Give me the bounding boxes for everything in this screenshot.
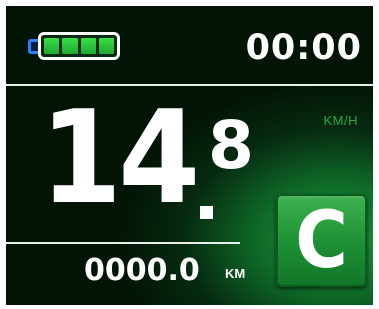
- odometer-value: 0000.0: [84, 253, 200, 288]
- odometer-unit: KM: [225, 266, 246, 281]
- ebike-display: 00:00 KM/H 14 8 0000.0 KM C: [6, 6, 373, 305]
- divider-bottom: [6, 242, 240, 244]
- battery-cell: [62, 38, 78, 54]
- status-bar: 00:00: [6, 6, 373, 84]
- speed-decimal-point: [200, 206, 213, 219]
- mode-label: C: [295, 195, 348, 286]
- battery-cell: [80, 38, 96, 54]
- battery-cell: [98, 38, 114, 54]
- battery-cells: [44, 38, 114, 54]
- clock: 00:00: [245, 28, 362, 68]
- battery-cell: [44, 38, 60, 54]
- speed-unit: KM/H: [323, 113, 358, 128]
- speed-decimal: 8: [208, 107, 254, 184]
- mode-button[interactable]: C: [276, 194, 367, 287]
- battery-icon: [28, 32, 124, 62]
- battery-body: [38, 32, 120, 60]
- speed-integer: 14: [40, 84, 200, 233]
